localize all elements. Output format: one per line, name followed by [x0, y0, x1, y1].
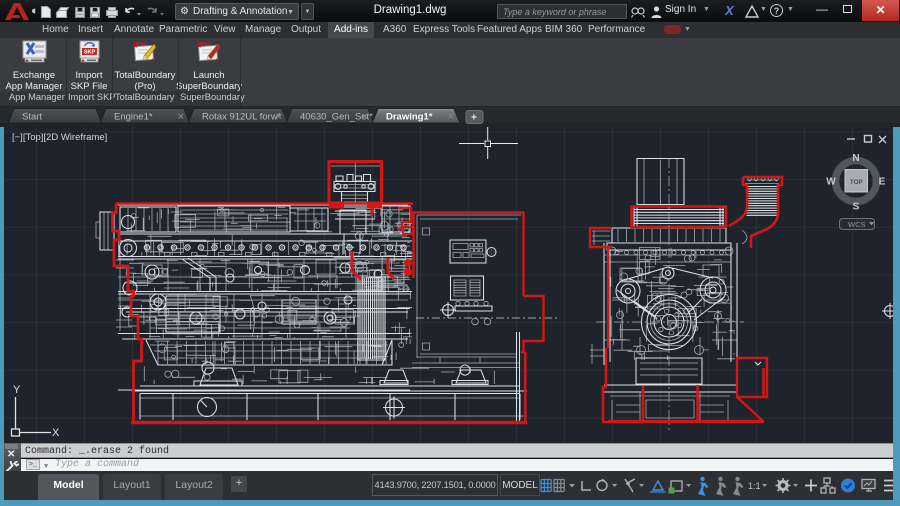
svg-text:W: W [826, 177, 836, 188]
svg-text:TBND: TBND [133, 41, 146, 46]
svg-text:Y: Y [13, 384, 21, 396]
svg-text:+: + [471, 113, 477, 124]
svg-text:Rotax 912UL forw*: Rotax 912UL forw* [202, 112, 282, 123]
svg-text:TOP: TOP [850, 179, 863, 186]
svg-text:1:1: 1:1 [748, 481, 761, 491]
svg-text:[−][Top][2D Wireframe]: [−][Top][2D Wireframe] [12, 132, 107, 143]
svg-text:✕: ✕ [275, 112, 283, 122]
svg-text:✕: ✕ [447, 112, 455, 122]
svg-text:SKP: SKP [83, 50, 95, 56]
svg-text:E: E [879, 177, 886, 188]
svg-text:SBND: SBND [197, 41, 211, 46]
svg-text:X: X [52, 427, 60, 439]
svg-text:✕: ✕ [177, 112, 185, 122]
svg-text:✕: ✕ [361, 112, 369, 122]
svg-text:Engine1*: Engine1* [114, 112, 153, 123]
svg-text:Start: Start [22, 112, 42, 123]
svg-text:Drawing1*: Drawing1* [386, 112, 433, 123]
svg-text:N: N [852, 153, 859, 164]
svg-text:S: S [853, 202, 860, 213]
svg-text:WCS: WCS [848, 220, 866, 229]
